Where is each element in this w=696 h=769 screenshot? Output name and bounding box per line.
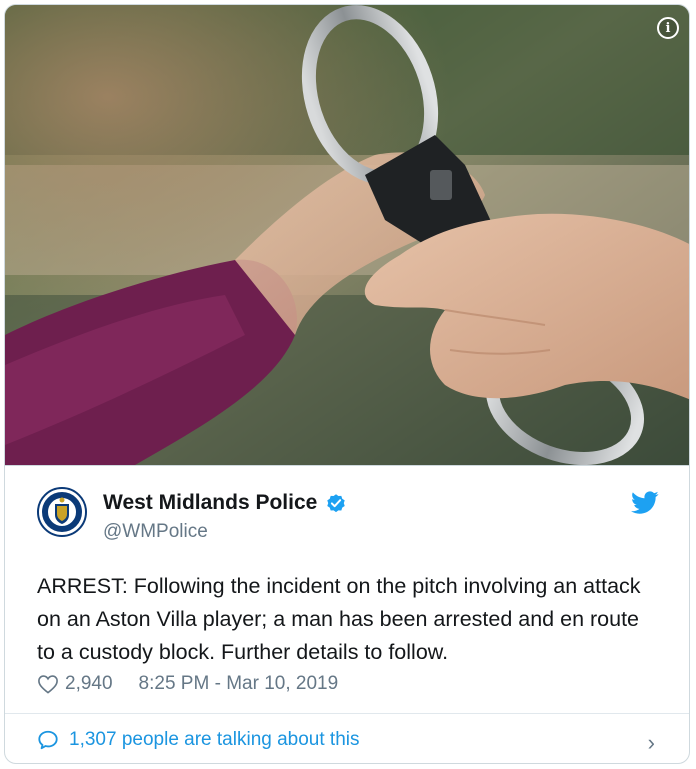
tweet-meta: 2,940 8:25 PM - Mar 10, 2019 [37,673,338,695]
speech-bubble-icon [38,730,58,750]
divider [5,465,689,466]
author-handle[interactable]: @WMPolice [103,521,208,543]
tweet-text: ARREST: Following the incident on the pi… [37,574,641,664]
divider [5,713,689,714]
avatar[interactable] [37,487,87,537]
tweet-timestamp[interactable]: 8:25 PM - Mar 10, 2019 [139,673,339,695]
author-name[interactable]: West Midlands Police [103,491,317,515]
chevron-right-icon[interactable]: › [648,730,655,756]
conversation-label[interactable]: 1,307 people are talking about this [69,729,360,751]
author-name-row[interactable]: West Midlands Police [103,491,347,515]
conversation-link[interactable]: 1,307 people are talking about this [37,729,360,751]
twitter-bird-icon[interactable] [631,491,659,515]
like-count[interactable]: 2,940 [65,673,113,695]
info-icon[interactable]: i [657,17,679,39]
heart-icon[interactable] [37,674,59,694]
verified-badge-icon [327,494,346,513]
tweet-card[interactable]: i West Midlands Police @WMPolice ARREST:… [4,4,690,764]
west-midlands-police-crest [37,487,87,537]
tweet-photo[interactable]: i [5,5,689,465]
